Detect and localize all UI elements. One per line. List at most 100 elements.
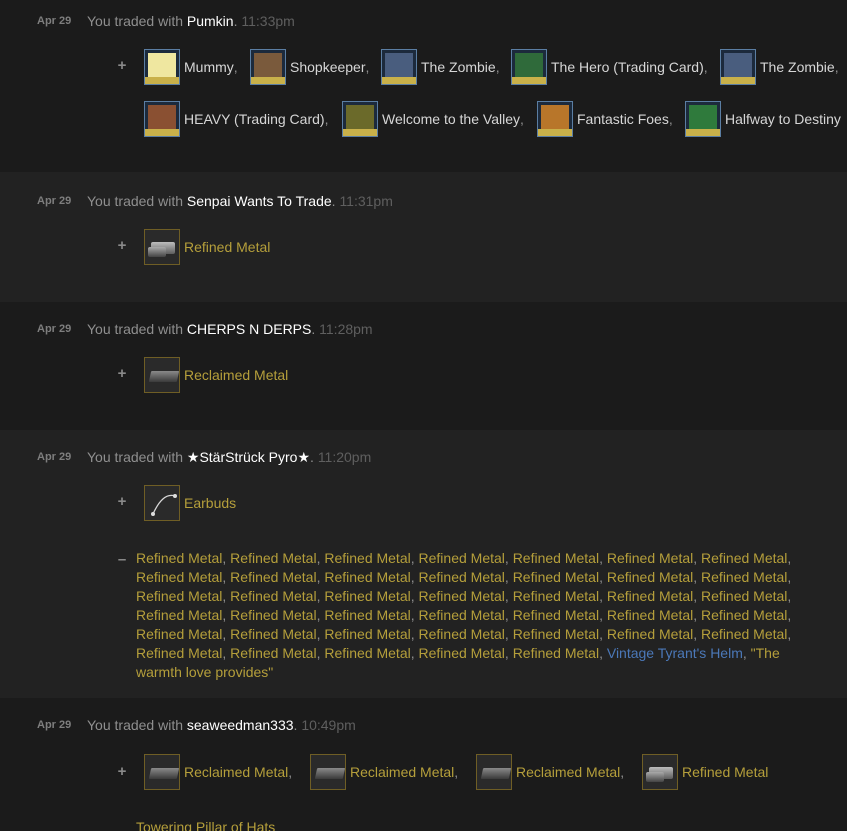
given-item-link[interactable]: Refined Metal	[136, 645, 222, 661]
trade-entry: Apr 29 You traded with Senpai Wants To T…	[0, 172, 847, 302]
given-item-link[interactable]: Refined Metal	[136, 550, 222, 566]
trade-partner-link[interactable]: seaweedman333	[187, 717, 294, 733]
trade-item[interactable]: Fantastic Foes,	[537, 100, 673, 138]
earbuds-icon	[144, 485, 180, 521]
given-item-link[interactable]: Refined Metal	[701, 607, 787, 623]
given-item-link[interactable]: Refined Metal	[701, 626, 787, 642]
trade-item[interactable]: Welcome to the Valley,	[342, 100, 524, 138]
item-name: Reclaimed Metal	[516, 764, 621, 780]
hero-card-icon	[511, 49, 547, 85]
given-item-link[interactable]: Refined Metal	[230, 626, 316, 642]
item-separator: ,	[787, 550, 792, 566]
received-plus-icon: +	[117, 493, 127, 510]
given-item-link[interactable]: Refined Metal	[513, 588, 599, 604]
given-item-link[interactable]: Refined Metal	[230, 588, 316, 604]
given-item-link[interactable]: Refined Metal	[513, 645, 599, 661]
given-item-link[interactable]: Refined Metal	[419, 626, 505, 642]
given-item-link[interactable]: Refined Metal	[607, 626, 693, 642]
given-item-link[interactable]: Refined Metal	[419, 569, 505, 585]
trade-time: 11:31pm	[339, 193, 393, 209]
trade-time: 11:28pm	[319, 321, 373, 337]
given-item-link[interactable]: Refined Metal	[136, 607, 222, 623]
mummy-card-icon	[144, 49, 180, 85]
item-name: Reclaimed Metal	[350, 764, 455, 780]
shopkeeper-card-icon	[250, 49, 286, 85]
given-item-link[interactable]: Refined Metal	[136, 588, 222, 604]
given-item-link[interactable]: Refined Metal	[324, 645, 410, 661]
item-separator: ,	[668, 111, 673, 127]
given-item-link[interactable]: Refined Metal	[701, 569, 787, 585]
item-name: HEAVY (Trading Card)	[184, 111, 325, 127]
item-separator: ,	[787, 588, 792, 604]
trade-item[interactable]: Refined Metal	[144, 228, 270, 266]
trade-item[interactable]: Reclaimed Metal,	[476, 753, 624, 791]
partial-next-item[interactable]: Towering Pillar of Hats	[136, 818, 806, 831]
given-item-link[interactable]: Refined Metal	[701, 550, 787, 566]
trade-item[interactable]: The Hero (Trading Card),	[511, 48, 708, 86]
trade-prefix: You traded with	[87, 717, 187, 733]
given-item-link[interactable]: Refined Metal	[230, 645, 316, 661]
item-name: The Zombie	[421, 59, 496, 75]
given-item-link[interactable]: Refined Metal	[513, 569, 599, 585]
trade-prefix: You traded with	[87, 449, 187, 465]
trade-partner-link[interactable]: CHERPS N DERPS	[187, 321, 311, 337]
given-item-link[interactable]: Refined Metal	[419, 607, 505, 623]
given-item-link[interactable]: Vintage Tyrant's Helm	[607, 645, 743, 661]
trade-item[interactable]: Reclaimed Metal	[144, 356, 288, 394]
given-item-link[interactable]: Refined Metal	[419, 550, 505, 566]
given-item-link[interactable]: Refined Metal	[324, 588, 410, 604]
given-item-link[interactable]: Refined Metal	[419, 645, 505, 661]
given-item-link[interactable]: Refined Metal	[607, 569, 693, 585]
given-item-link[interactable]: Refined Metal	[324, 607, 410, 623]
given-item-link[interactable]: Refined Metal	[513, 607, 599, 623]
item-separator: ,	[787, 626, 792, 642]
given-item-link[interactable]: Refined Metal	[607, 588, 693, 604]
received-plus-icon: +	[117, 57, 127, 74]
trade-partner-link[interactable]: Senpai Wants To Trade	[187, 193, 332, 209]
item-separator: ,	[222, 607, 227, 623]
item-separator: ,	[693, 626, 698, 642]
given-item-link[interactable]: Refined Metal	[513, 550, 599, 566]
given-item-link[interactable]: Refined Metal	[324, 626, 410, 642]
item-separator: ,	[599, 569, 603, 585]
trade-item[interactable]: Earbuds	[144, 484, 236, 522]
given-item-link[interactable]: Refined Metal	[324, 569, 410, 585]
trade-item[interactable]: Halfway to Destiny	[685, 100, 841, 138]
trade-partner-link[interactable]: ★StärStrück Pyro★	[187, 449, 310, 465]
given-item-link[interactable]: Refined Metal	[230, 569, 316, 585]
item-separator: ,	[222, 588, 227, 604]
item-separator: ,	[233, 59, 238, 75]
trade-item[interactable]: The Zombie,	[720, 48, 839, 86]
given-item-link[interactable]: Refined Metal	[136, 569, 222, 585]
given-item-link[interactable]: Refined Metal	[513, 626, 599, 642]
item-separator: ,	[410, 607, 415, 623]
item-separator: ,	[288, 764, 293, 780]
trade-item[interactable]: The Zombie,	[381, 48, 500, 86]
trade-item[interactable]: Refined Metal	[642, 753, 768, 791]
trade-item[interactable]: Reclaimed Metal,	[144, 753, 292, 791]
trade-item[interactable]: Reclaimed Metal,	[310, 753, 458, 791]
given-item-link[interactable]: Refined Metal	[230, 607, 316, 623]
trade-item[interactable]: Mummy,	[144, 48, 238, 86]
given-item-link[interactable]: Refined Metal	[701, 588, 787, 604]
item-name: Reclaimed Metal	[184, 367, 289, 383]
given-item-link[interactable]: Refined Metal	[324, 550, 410, 566]
trade-item[interactable]: Shopkeeper,	[250, 48, 369, 86]
trade-item[interactable]: HEAVY (Trading Card),	[144, 100, 328, 138]
trade-header: You traded with CHERPS N DERPS. 11:28pm	[87, 321, 373, 337]
given-item-link[interactable]: Refined Metal	[419, 588, 505, 604]
item-separator: ,	[316, 626, 321, 642]
given-item-link[interactable]: Refined Metal	[230, 550, 316, 566]
trade-prefix: You traded with	[87, 13, 187, 29]
item-separator: ,	[495, 59, 500, 75]
given-item-link[interactable]: Refined Metal	[136, 626, 222, 642]
trade-header: You traded with seaweedman333. 10:49pm	[87, 717, 356, 733]
item-separator: ,	[316, 550, 321, 566]
given-item-link[interactable]: Refined Metal	[607, 550, 693, 566]
trade-partner-link[interactable]: Pumkin	[187, 13, 234, 29]
item-name: The Hero (Trading Card)	[551, 59, 704, 75]
given-item-link[interactable]: Refined Metal	[607, 607, 693, 623]
trade-header: You traded with Senpai Wants To Trade. 1…	[87, 193, 393, 209]
item-separator: ,	[834, 59, 839, 75]
trade-history: Apr 29 You traded with Pumkin. 11:33pm +…	[0, 0, 847, 831]
